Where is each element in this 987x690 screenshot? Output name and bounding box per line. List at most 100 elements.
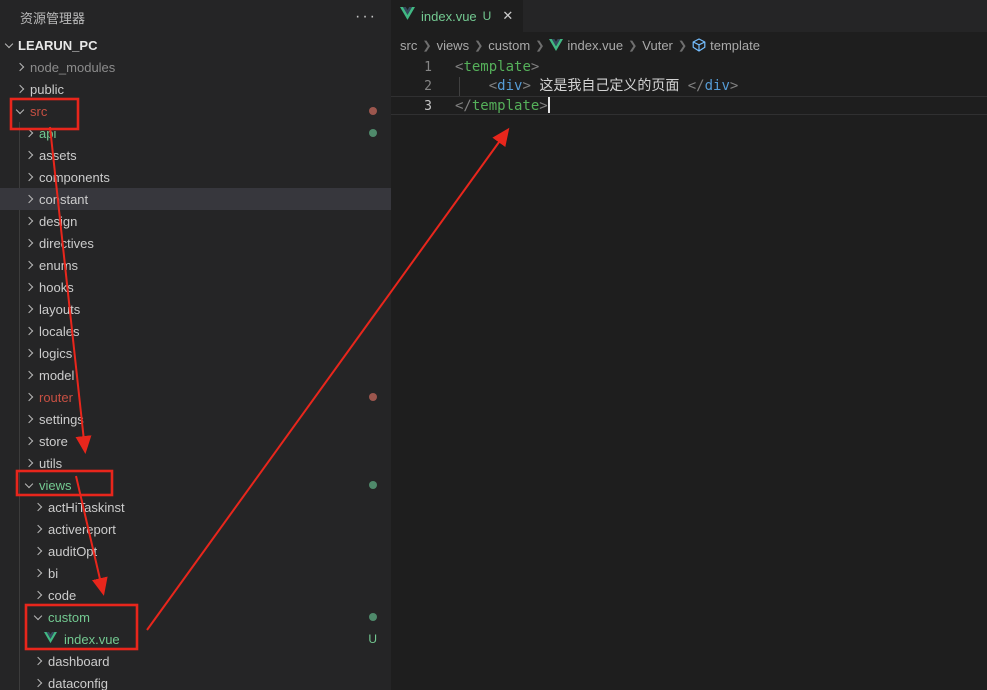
code-line-3[interactable]: 3</template> [391, 96, 987, 115]
chevron-right-icon [25, 327, 33, 335]
tree-item-views[interactable]: views [0, 474, 391, 496]
code-line-1[interactable]: 1<template> [391, 58, 987, 77]
root-label: LEARUN_PC [18, 38, 97, 53]
tree-item-label: enums [39, 258, 78, 273]
tree-item-design[interactable]: design [0, 210, 391, 232]
breadcrumb-label: src [400, 38, 417, 53]
git-status-badge: U [368, 632, 377, 646]
tree-item-constant[interactable]: constant [0, 188, 391, 210]
tree-item-label: store [39, 434, 68, 449]
tree-item-assets[interactable]: assets [0, 144, 391, 166]
chevron-right-icon [34, 591, 42, 599]
breadcrumb-item-index.vue[interactable]: index.vue [549, 38, 623, 53]
chevron-right-icon [16, 63, 24, 71]
tree-item-router[interactable]: router [0, 386, 391, 408]
code-text: <div> 这是我自己定义的页面 </div> [432, 77, 738, 96]
tree-item-label: layouts [39, 302, 80, 317]
tree-item-label: public [30, 82, 64, 97]
breadcrumb-item-views[interactable]: views [437, 38, 470, 53]
tree-item-hooks[interactable]: hooks [0, 276, 391, 298]
tree-item-locales[interactable]: locales [0, 320, 391, 342]
code-text: <template> [432, 58, 539, 77]
code-line-2[interactable]: 2 <div> 这是我自己定义的页面 </div> [391, 77, 987, 96]
tab-label: index.vue [421, 9, 477, 24]
tree-item-label: auditOpt [48, 544, 97, 559]
chevron-right-icon [34, 679, 42, 687]
chevron-right-icon [25, 459, 33, 467]
tree-item-components[interactable]: components [0, 166, 391, 188]
chevron-right-icon [34, 503, 42, 511]
explorer-header: 资源管理器 ··· [0, 0, 391, 34]
tree-item-dataconfig[interactable]: dataconfig [0, 672, 391, 690]
tree-item-label: dataconfig [48, 676, 108, 690]
tree-item-store[interactable]: store [0, 430, 391, 452]
tree-item-label: actHiTaskinst [48, 500, 125, 515]
tree-item-index.vue[interactable]: index.vueU [0, 628, 391, 650]
tree-item-label: model [39, 368, 74, 383]
tree-item-label: logics [39, 346, 72, 361]
breadcrumb-item-template[interactable]: template [692, 38, 760, 53]
tree-item-enums[interactable]: enums [0, 254, 391, 276]
tree-item-actHiTaskinst[interactable]: actHiTaskinst [0, 496, 391, 518]
breadcrumb-label: custom [488, 38, 530, 53]
tree-item-label: api [39, 126, 56, 141]
tree-item-directives[interactable]: directives [0, 232, 391, 254]
chevron-right-icon [16, 85, 24, 93]
tree-item-api[interactable]: api [0, 122, 391, 144]
tree-item-label: design [39, 214, 77, 229]
chevron-right-icon [25, 173, 33, 181]
code-indent-guide [459, 77, 460, 96]
tree-item-settings[interactable]: settings [0, 408, 391, 430]
tree-item-label: utils [39, 456, 62, 471]
breadcrumb-label: Vuter [642, 38, 673, 53]
git-untracked-dot [369, 481, 377, 489]
tree-item-dashboard[interactable]: dashboard [0, 650, 391, 672]
breadcrumb-separator: ❯ [678, 39, 687, 52]
tree-item-src[interactable]: src [0, 100, 391, 122]
tree-item-logics[interactable]: logics [0, 342, 391, 364]
explorer-sidebar: 资源管理器 ··· LEARUN_PC node_modulespublic sr… [0, 0, 391, 690]
tree-item-label: code [48, 588, 76, 603]
breadcrumb-item-src[interactable]: src [400, 38, 417, 53]
tree-item-custom[interactable]: custom [0, 606, 391, 628]
tree-item-label: node_modules [30, 60, 115, 75]
breadcrumb-item-custom[interactable]: custom [488, 38, 530, 53]
breadcrumb-label: index.vue [567, 38, 623, 53]
tab-index-vue[interactable]: index.vue U ✕ [391, 0, 523, 32]
editor-group: index.vue U ✕ src❯views❯custom❯index.vue… [391, 0, 987, 690]
tree-item-model[interactable]: model [0, 364, 391, 386]
chevron-right-icon [34, 657, 42, 665]
tree-item-label: locales [39, 324, 79, 339]
tree-item-label: constant [39, 192, 88, 207]
chevron-right-icon [25, 349, 33, 357]
tree-item-node_modules[interactable]: node_modules [0, 56, 391, 78]
tree-root-learun-pc[interactable]: LEARUN_PC [0, 34, 391, 56]
chevron-right-icon [25, 129, 33, 137]
chevron-right-icon [25, 261, 33, 269]
chevron-right-icon [25, 151, 33, 159]
more-actions-icon[interactable]: ··· [355, 12, 377, 22]
vue-file-icon [400, 7, 415, 25]
tree-item-code[interactable]: code [0, 584, 391, 606]
chevron-right-icon [25, 305, 33, 313]
breadcrumb-label: template [710, 38, 760, 53]
git-untracked-dot [369, 613, 377, 621]
tree-item-auditOpt[interactable]: auditOpt [0, 540, 391, 562]
breadcrumb-label: views [437, 38, 470, 53]
close-icon[interactable]: ✕ [502, 8, 513, 24]
tree-item-layouts[interactable]: layouts [0, 298, 391, 320]
tree-item-label: directives [39, 236, 94, 251]
code-editor[interactable]: 1<template>2 <div> 这是我自己定义的页面 </div>3</t… [391, 58, 987, 115]
chevron-down-icon [5, 39, 13, 47]
tree-item-utils[interactable]: utils [0, 452, 391, 474]
line-number: 1 [391, 58, 432, 77]
tree-item-label: settings [39, 412, 84, 427]
tree-item-activereport[interactable]: activereport [0, 518, 391, 540]
tree-item-public[interactable]: public [0, 78, 391, 100]
breadcrumb-item-Vuter[interactable]: Vuter [642, 38, 673, 53]
tab-git-status: U [483, 9, 492, 23]
tree-item-label: router [39, 390, 73, 405]
breadcrumb-separator: ❯ [628, 39, 637, 52]
tree-item-label: views [39, 478, 72, 493]
tree-item-bi[interactable]: bi [0, 562, 391, 584]
